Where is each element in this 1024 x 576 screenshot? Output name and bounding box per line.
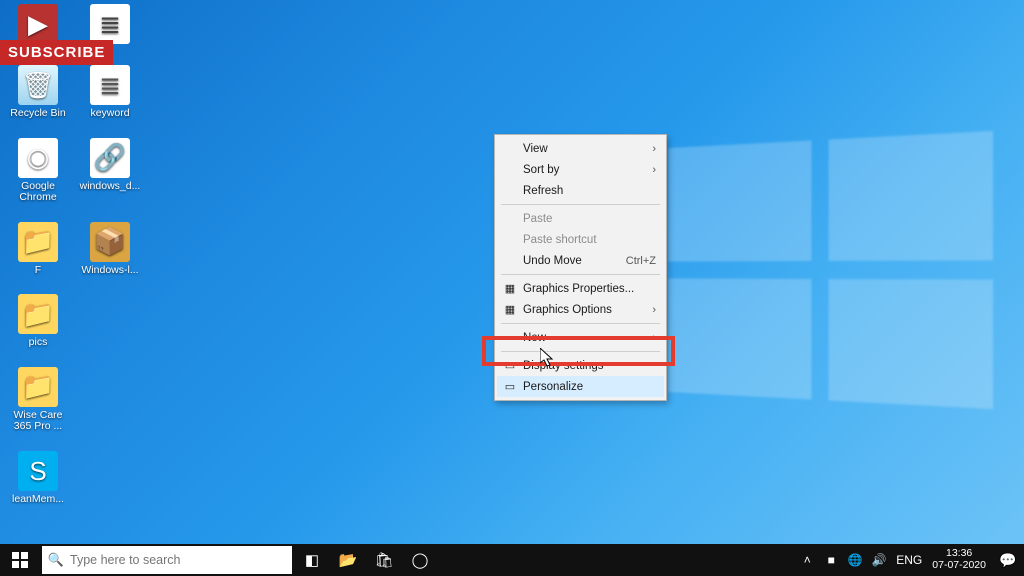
context-menu-item[interactable]: ▦ Graphics Properties... — [497, 278, 664, 299]
task-view-icon[interactable]: ◧ — [294, 544, 330, 576]
shortcut-icon: 🔗 — [90, 138, 130, 178]
menu-item-icon: ▭ — [503, 380, 517, 394]
menu-item-label: Paste — [523, 213, 552, 225]
file-explorer-icon[interactable]: 📂 — [330, 544, 366, 576]
desktop-icon-label: Wise Care 365 Pro ... — [6, 410, 70, 433]
document-icon: ≣ — [90, 4, 130, 44]
desktop-icon-label: Windows-l... — [81, 265, 138, 277]
context-menu-item[interactable]: New › — [497, 327, 664, 348]
folder-icon: 📁 — [18, 222, 58, 262]
menu-item-label: Paste shortcut — [523, 234, 597, 246]
chevron-right-icon: › — [652, 164, 656, 176]
desktop-icon-label: windows_d... — [80, 181, 141, 193]
menu-item-shortcut: Ctrl+Z — [626, 255, 656, 267]
taskbar: 🔍 ◧📂🛍◯ ˄ ■ 🌐 🔊 ENG 13:36 07-07-2020 💬 — [0, 544, 1024, 576]
context-menu-item: Paste — [497, 208, 664, 229]
menu-item-label: Undo Move — [523, 255, 582, 267]
chrome-icon: ◉ — [18, 138, 58, 178]
microsoft-store-icon[interactable]: 🛍 — [366, 544, 402, 576]
youtube-play-icon: ▶ — [18, 4, 58, 44]
context-menu-item[interactable]: View › — [497, 138, 664, 159]
desktop-icon[interactable]: 🗑 Recycle Bin — [4, 65, 72, 120]
menu-item-label: Graphics Properties... — [523, 283, 634, 295]
context-menu-separator — [501, 323, 660, 324]
context-menu-item: Paste shortcut — [497, 229, 664, 250]
desktop-icon-label: F — [35, 265, 41, 277]
desktop-icon[interactable]: SleanMem... — [4, 451, 72, 506]
context-menu: View › Sort by › Refresh Paste Paste shortcut U… — [494, 134, 667, 401]
windows-logo-backdrop — [668, 131, 993, 409]
desktop-icon-label: keyword — [90, 108, 129, 120]
start-button[interactable] — [0, 544, 40, 576]
text-file-icon: ≣ — [90, 65, 130, 105]
chevron-right-icon: › — [652, 143, 656, 155]
menu-item-label: Sort by — [523, 164, 559, 176]
desktop-icon-label: pics — [29, 337, 48, 349]
clock[interactable]: 13:36 07-07-2020 — [926, 548, 992, 571]
desktop-icon[interactable]: ◉ Google Chrome — [4, 138, 72, 204]
tray-overflow-icon[interactable]: ˄ — [798, 553, 816, 567]
tray-app-icon[interactable]: ■ — [822, 553, 840, 567]
clock-date: 07-07-2020 — [932, 560, 986, 572]
context-menu-separator — [501, 274, 660, 275]
chevron-right-icon: › — [652, 332, 656, 344]
desktop-icon[interactable]: 🔗 windows_d... — [76, 138, 144, 204]
menu-item-label: Graphics Options — [523, 304, 612, 316]
folder-icon: 📁 — [18, 294, 58, 334]
menu-item-label: View — [523, 143, 548, 155]
chrome-taskbar-icon[interactable]: ◯ — [402, 544, 438, 576]
menu-item-label: New — [523, 332, 546, 344]
desktop-icon-label: Recycle Bin — [10, 108, 65, 120]
search-input[interactable] — [70, 553, 292, 567]
network-icon[interactable]: 🌐 — [846, 553, 864, 567]
context-menu-item[interactable]: ▭ Personalize — [497, 376, 664, 397]
desktop-icon-label: Google Chrome — [6, 181, 70, 204]
skype-icon: S — [18, 451, 58, 491]
desktop-icons: ▶ ≣ 🗑 Recycle Bin ≣ keyword ◉ Google Chrome 🔗 win… — [0, 0, 144, 519]
folder-icon: 📁 — [18, 367, 58, 407]
desktop-icon[interactable]: 📁F — [4, 222, 72, 277]
context-menu-separator — [501, 351, 660, 352]
search-box[interactable]: 🔍 — [42, 546, 292, 574]
menu-item-icon: ▭ — [503, 359, 517, 373]
context-menu-item[interactable]: Undo Move Ctrl+Z — [497, 250, 664, 271]
context-menu-item[interactable]: ▦ Graphics Options › — [497, 299, 664, 320]
menu-item-label: Refresh — [523, 185, 563, 197]
desktop-icon[interactable]: 📦 Windows-l... — [76, 222, 144, 277]
context-menu-item[interactable]: Refresh — [497, 180, 664, 201]
language-indicator[interactable]: ENG — [892, 553, 926, 567]
chevron-right-icon: › — [652, 304, 656, 316]
action-center-icon[interactable]: 💬 — [992, 544, 1024, 576]
desktop-icon[interactable]: 📁 pics — [4, 294, 72, 349]
menu-item-icon: ▦ — [503, 282, 517, 296]
volume-icon[interactable]: 🔊 — [870, 553, 888, 567]
desktop-icon[interactable]: ≣ keyword — [76, 65, 144, 120]
menu-item-icon: ▦ — [503, 303, 517, 317]
file-chest-icon: 📦 — [90, 222, 130, 262]
recycle-bin-icon: 🗑 — [18, 65, 58, 105]
desktop-icon-label: leanMem... — [12, 494, 64, 506]
desktop-icon[interactable]: 📁 Wise Care 365 Pro ... — [4, 367, 72, 433]
menu-item-label: Display settings — [523, 360, 604, 372]
menu-item-label: Personalize — [523, 381, 583, 393]
context-menu-item[interactable]: ▭ Display settings — [497, 355, 664, 376]
subscribe-banner: SUBSCRIBE — [0, 40, 113, 65]
system-tray: ˄ ■ 🌐 🔊 — [794, 553, 892, 567]
search-icon: 🔍 — [42, 552, 70, 568]
context-menu-item[interactable]: Sort by › — [497, 159, 664, 180]
context-menu-separator — [501, 204, 660, 205]
